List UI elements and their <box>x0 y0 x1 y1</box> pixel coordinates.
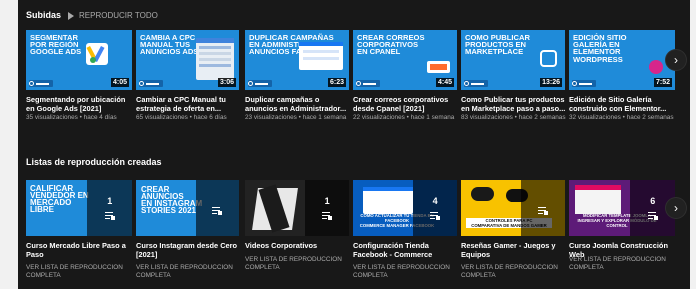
play-all-label: REPRODUCIR TODO <box>79 11 158 20</box>
video-thumbnail-1[interactable]: Segmentar por región Google Ads 4:05 <box>26 30 132 90</box>
playlist-thumbnail-2[interactable]: Crear anuncios en Instagram Stories 2021 <box>136 180 239 236</box>
video-duration: 3:06 <box>217 78 236 87</box>
playlist-overlay: 1 <box>305 180 349 236</box>
playlist-count: 6 <box>650 196 656 206</box>
chevron-right-icon: › <box>674 201 678 215</box>
playlist-icon <box>212 207 223 215</box>
playlist-overlay <box>521 180 565 236</box>
video-duration: 4:05 <box>110 78 129 87</box>
playlist-icon <box>322 212 333 220</box>
ads-screenshot <box>196 38 234 80</box>
playlist-title-2[interactable]: Curso Instagram desde Cero [2021] <box>136 241 244 259</box>
cpanel-logo <box>427 61 450 73</box>
channel-page: Subidas REPRODUCIR TODO Segmentar por re… <box>18 0 696 289</box>
thumbnail-text: Crear Correos Corporativos en CPanel <box>357 33 425 57</box>
marketplace-icon <box>540 50 557 67</box>
playlist-thumbnail-4[interactable]: COMO ACTUALIZAR TU TIENDA EN FACEBOOK CO… <box>353 180 457 236</box>
playlist-title-1[interactable]: Curso Mercado Libre Paso a Paso <box>26 241 134 259</box>
facebook-shop-screenshot <box>363 187 413 214</box>
playlist-count: 1 <box>107 196 113 206</box>
video-duration: 4:45 <box>435 78 454 87</box>
video-meta-4: 22 visualizaciones • hace 1 semana <box>353 114 455 121</box>
playlist-thumbnail-3[interactable]: 1 <box>245 180 349 236</box>
playlist-icon <box>104 212 115 220</box>
playlist-icon <box>647 212 658 220</box>
video-meta-1: 35 visualizaciones • hace 4 días <box>26 114 117 121</box>
view-full-playlist-link-3[interactable]: VER LISTA DE REPRODUCCIÓN COMPLETA <box>245 256 353 272</box>
playlist-thumbnail-5[interactable]: CONTROLES PARA PC COMPARATIVA DE MANDOS … <box>461 180 565 236</box>
view-full-playlist-link-2[interactable]: VER LISTA DE REPRODUCCIÓN COMPLETA <box>136 264 244 280</box>
playlist-title-5[interactable]: Reseñas Gamer - Juegos y Equipos <box>461 241 569 259</box>
playlist-overlay: 4 <box>413 180 457 236</box>
browser-edge-left <box>0 0 18 289</box>
facebook-screenshot <box>299 42 343 70</box>
game-controller-icon <box>471 187 494 201</box>
video-meta-6: 32 visualizaciones • hace 2 semanas <box>569 114 674 121</box>
play-all-button[interactable]: REPRODUCIR TODO <box>68 11 158 20</box>
joomla-screenshot <box>575 185 621 214</box>
browser-edge-right <box>690 0 696 289</box>
video-duration: 6:23 <box>327 78 346 87</box>
view-full-playlist-link-4[interactable]: VER LISTA DE REPRODUCCIÓN COMPLETA <box>353 264 461 280</box>
playlist-overlay: 1 <box>87 180 132 236</box>
video-meta-5: 83 visualizaciones • hace 2 semanas <box>461 114 566 121</box>
video-thumbnail-5[interactable]: Como Publicar Productos en Marketplace 1… <box>461 30 565 90</box>
video-thumbnail-2[interactable]: Cambia a CPC Manual tus anuncios ADS 3:0… <box>136 30 239 90</box>
next-playlists-button[interactable]: › <box>666 198 686 218</box>
video-thumbnail-3[interactable]: Duplicar Campañas en Administrador Anunc… <box>245 30 349 90</box>
channel-logo <box>29 80 53 87</box>
playlist-icon <box>430 212 441 220</box>
video-meta-3: 23 visualizaciones • hace 1 semana <box>245 114 347 121</box>
video-title-2[interactable]: Cambiar a CPC Manual tu estrategia de of… <box>136 95 244 113</box>
thumbnail-text: Calificar vendedor en Mercado Libre <box>30 184 89 214</box>
uploads-title: Subidas <box>26 10 62 20</box>
play-icon <box>68 11 74 20</box>
video-duration: 13:26 <box>540 78 562 87</box>
video-title-5[interactable]: Como Publicar tus productos en Marketpla… <box>461 95 569 113</box>
channel-logo <box>139 80 163 87</box>
playlist-overlay <box>195 180 239 236</box>
channel-logo <box>572 80 596 87</box>
video-title-3[interactable]: Duplicar campañas o anuncios en Administ… <box>245 95 353 113</box>
channel-logo <box>356 80 380 87</box>
google-ads-logo <box>86 43 108 65</box>
thumbnail-text: Segmentar por región Google Ads <box>30 33 82 57</box>
next-uploads-button[interactable]: › <box>666 50 686 70</box>
view-full-playlist-link-5[interactable]: VER LISTA DE REPRODUCCIÓN COMPLETA <box>461 264 569 280</box>
playlist-thumbnail-6[interactable]: MODIFICAR TEMPLATE JOOMLA INGRESAR Y EXP… <box>569 180 675 236</box>
video-thumbnail-6[interactable]: Edición Sitio Galería en Elementor Wordp… <box>569 30 675 90</box>
view-full-playlist-link-1[interactable]: VER LISTA DE REPRODUCCIÓN COMPLETA <box>26 264 134 280</box>
playlist-thumbnail-1[interactable]: Calificar vendedor en Mercado Libre 1 <box>26 180 132 236</box>
video-meta-2: 65 visualizaciones • hace 6 días <box>136 114 227 121</box>
video-title-1[interactable]: Segmentando por ubicación en Google Ads … <box>26 95 134 113</box>
channel-logo <box>464 80 488 87</box>
video-title-4[interactable]: Crear correos corporativos desde Cpanel … <box>353 95 461 113</box>
playlist-icon <box>538 207 549 215</box>
thumbnail-text: Edición Sitio Galería en Elementor Wordp… <box>573 33 627 64</box>
channel-logo <box>248 80 272 87</box>
chevron-right-icon: › <box>674 53 678 67</box>
view-full-playlist-link-6[interactable]: VER LISTA DE REPRODUCCIÓN COMPLETA <box>569 256 677 272</box>
elementor-logo <box>649 60 663 74</box>
video-duration: 7:52 <box>653 78 672 87</box>
playlists-title: Listas de reproducción creadas <box>26 157 162 167</box>
playlist-title-4[interactable]: Configuración Tienda Facebook - Commerce… <box>353 241 461 259</box>
video-thumbnail-4[interactable]: Crear Correos Corporativos en CPanel 4:4… <box>353 30 457 90</box>
playlist-count: 1 <box>324 196 330 206</box>
video-title-6[interactable]: Edición de Sitio Galería construido con … <box>569 95 677 113</box>
playlist-count: 4 <box>432 196 438 206</box>
